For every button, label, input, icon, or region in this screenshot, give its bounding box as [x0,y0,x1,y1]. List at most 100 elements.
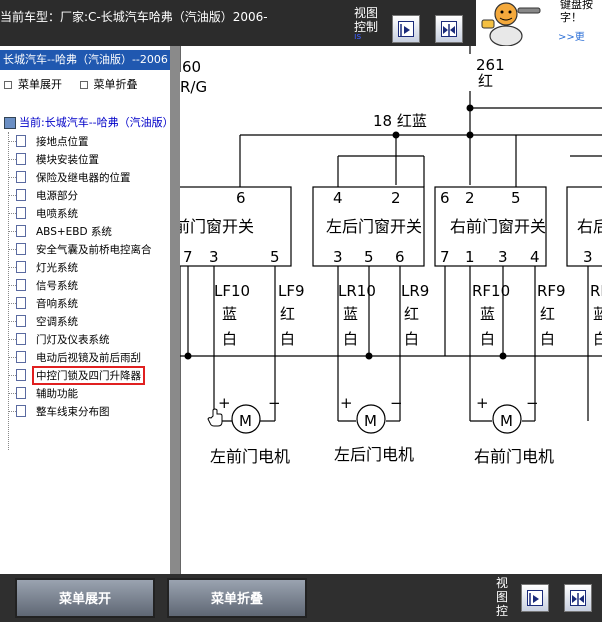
menu-ops: 菜单展开 菜单折叠 [4,76,138,92]
sw2-top-pin-2: 2 [391,189,401,207]
top-toolbar: 当前车型：厂家:C-长城汽车哈弗（汽油版）2006- 视图控制 is 键盘按 字… [0,0,602,47]
wire-rf9-c2: 白 [540,330,555,348]
footer-menu-collapse-button[interactable]: 菜单折叠 [167,578,307,618]
footer-menu-expand-button[interactable]: 菜单展开 [15,578,155,618]
sw3-pin-3: 3 [498,248,508,266]
tree-item-label: 灯光系统 [36,262,78,274]
promo-banner[interactable]: 键盘按 字！ >>更 [476,0,602,47]
menu-expand-label: 菜单展开 [18,78,62,91]
wire-code-rf10: RF10 [472,282,510,300]
sw3-pin-1: 1 [465,248,475,266]
wire-lf10-c2: 白 [222,330,237,348]
document-icon [16,333,26,345]
menu-expand-link[interactable]: 菜单展开 [4,78,62,91]
sw2-pin-5: 5 [364,248,374,266]
document-icon [16,387,26,399]
collapse-icon [79,81,88,89]
wire-code-rr: RR [590,282,602,300]
tree-connector [8,411,16,412]
current-car-model: 当前车型：厂家:C-长城汽车哈弗（汽油版）2006- [0,10,268,24]
tree-connector [8,177,16,178]
wire-code-lr9: LR9 [401,282,429,300]
wire-code-lr10: LR10 [338,282,376,300]
footer-view-control-label: 视图控 [496,576,509,618]
tree-item-label: 辅助功能 [36,388,78,400]
tree-connector [8,339,16,340]
tree-root[interactable]: 当前:长城汽车--哈弗（汽油版） [4,114,170,130]
tree-guide-line [8,132,9,450]
wire-label-18: 18 红蓝 [373,112,427,130]
wire-rf9-c1: 红 [540,305,555,323]
tree-item-label: 安全气囊及前桥电控离合 [36,244,152,256]
tree-connector [8,321,16,322]
tree-item-label: 门灯及仪表系统 [36,334,110,346]
wire-rr-c1: 蓝 [593,305,602,323]
document-icon [16,207,26,219]
switch-label-right-front: 右前门窗开关 [450,217,546,236]
wire-rr-c2: 白 [593,330,602,348]
document-icon [16,405,26,417]
wire-label-60: 60 [182,58,201,76]
tree-item-label: ABS+EBD 系统 [36,226,112,238]
document-icon [16,135,26,147]
tree-connector [8,195,16,196]
tree-item-label: 整车线束分布图 [36,406,110,418]
tree-connector [8,375,16,376]
tree-item-label: 空调系统 [36,316,78,328]
wire-label-261-color: 红 [478,72,493,90]
wire-lr10-c1: 蓝 [343,305,358,323]
tree-connector [8,159,16,160]
document-icon [16,153,26,165]
menu-collapse-link[interactable]: 菜单折叠 [79,78,138,91]
wire-rf10-c1: 蓝 [480,305,495,323]
tree-connector [8,393,16,394]
tree-item-label: 音响系统 [36,298,78,310]
sidebar: 长城汽车--哈弗（汽油版）--2006 菜单展开 菜单折叠 当前:长城汽车--哈… [0,46,170,574]
motor1-plus: + [218,394,231,412]
wire-lf9-c2: 白 [280,330,295,348]
sw1-pin-7: 7 [183,248,193,266]
splitter-bar[interactable] [170,46,180,574]
motor-label-right-front: 右前门电机 [474,447,554,466]
sidebar-header: 长城汽车--哈弗（汽油版）--2006 [0,50,170,70]
motor-label-left-front: 左前门电机 [210,447,290,466]
wire-code-lf9: LF9 [278,282,305,300]
arrow-right-icon [398,21,414,37]
sw4-pin-3: 3 [583,248,593,266]
wire-code-rf9: RF9 [537,282,566,300]
motor3-symbol: M [500,412,513,430]
fit-width-icon [441,21,457,37]
sw3-top-pin-5: 5 [511,189,521,207]
fit-width-icon [570,590,586,606]
sw2-pin-3: 3 [333,248,343,266]
sw2-top-pin-4: 4 [333,189,343,207]
wire-label-rg: R/G [180,78,207,96]
wire-lf10-c1: 蓝 [222,305,237,323]
sw2-pin-6: 6 [395,248,405,266]
document-icon [16,243,26,255]
tree-item-label: 信号系统 [36,280,78,292]
view-next-button[interactable] [392,15,420,43]
bottom-toolbar: 菜单展开 菜单折叠 视图控 [0,574,602,622]
switch-label-left-rear: 左后门窗开关 [326,217,422,236]
promo-more-link[interactable]: >>更 [558,28,585,43]
tree-connector [8,141,16,142]
sw1-top-pin: 6 [236,189,246,207]
tree-item-label: 接地点位置 [36,136,89,148]
footer-view-fit-button[interactable] [564,584,592,612]
sw1-pin-5: 5 [270,248,280,266]
motor2-symbol: M [364,412,377,430]
tree-connector [8,267,16,268]
wiring-diagram[interactable]: 60 R/G 261 红 18 红蓝 6 前门窗开关 7 3 5 4 2 左后门… [180,46,602,574]
document-icon [16,225,26,237]
switch-label-right-rear: 右后 [577,217,602,236]
document-icon [16,261,26,273]
document-icon [16,369,26,381]
tree-connector [8,231,16,232]
tree-item-label: 保险及继电器的位置 [36,172,131,184]
footer-view-next-button[interactable] [521,584,549,612]
view-fit-button[interactable] [435,15,463,43]
view-control-sub: is [354,34,362,40]
tree-connector [8,249,16,250]
motor3-minus: − [526,394,539,412]
